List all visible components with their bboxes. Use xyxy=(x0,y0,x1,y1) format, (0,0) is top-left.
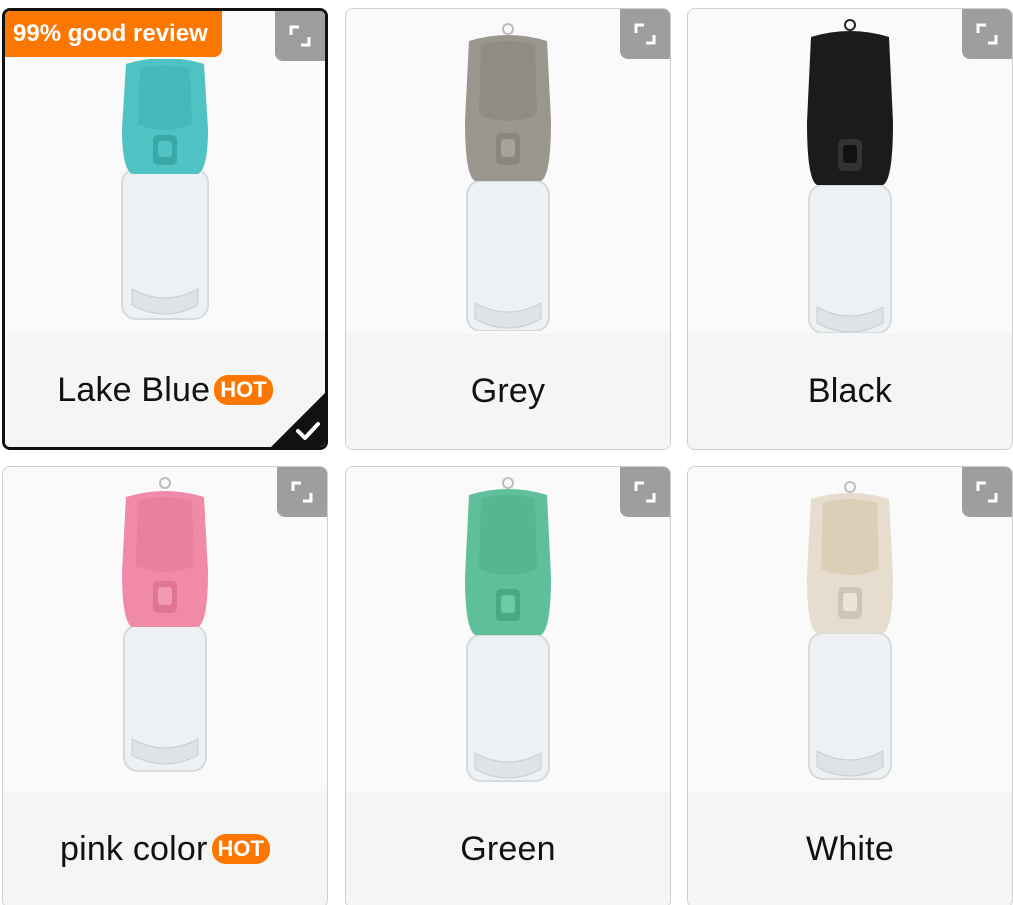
color-option-grid: 99% good review Lake Blue HOT Grey Black… xyxy=(0,0,1013,905)
product-image xyxy=(346,467,670,792)
review-badge: 99% good review xyxy=(5,11,222,57)
selected-check-corner xyxy=(271,393,325,447)
expand-button[interactable] xyxy=(620,467,670,517)
bottle-image-white xyxy=(807,481,893,780)
expand-icon xyxy=(634,481,656,503)
option-label: Grey xyxy=(470,371,546,410)
expand-button[interactable] xyxy=(275,11,325,61)
expand-icon xyxy=(634,23,656,45)
expand-icon xyxy=(291,481,313,503)
product-image xyxy=(688,467,1012,792)
option-card-green[interactable]: Green xyxy=(345,466,671,905)
product-image xyxy=(3,467,327,792)
bottle-image-pink xyxy=(122,477,208,772)
expand-button[interactable] xyxy=(620,9,670,59)
option-label-area: Black xyxy=(688,333,1012,449)
bottle-image-lake-blue xyxy=(121,59,209,320)
bottle-image-green xyxy=(465,477,551,782)
option-label-area: Green xyxy=(346,791,670,905)
option-label-area: pink color HOT xyxy=(3,791,327,905)
expand-button[interactable] xyxy=(277,467,327,517)
expand-button[interactable] xyxy=(962,467,1012,517)
option-label: Black xyxy=(807,371,893,410)
option-label: Green xyxy=(460,829,556,868)
bottle-image-black xyxy=(807,19,893,334)
expand-icon xyxy=(976,23,998,45)
option-label-area: Grey xyxy=(346,333,670,449)
expand-icon xyxy=(976,481,998,503)
product-image xyxy=(5,11,325,336)
product-image xyxy=(346,9,670,334)
option-label: White xyxy=(806,829,894,868)
option-card-black[interactable]: Black xyxy=(687,8,1013,450)
option-card-pink[interactable]: pink color HOT xyxy=(2,466,328,905)
product-image xyxy=(688,9,1012,334)
option-card-grey[interactable]: Grey xyxy=(345,8,671,450)
option-card-lake-blue[interactable]: 99% good review Lake Blue HOT xyxy=(2,8,328,450)
option-label-area: White xyxy=(688,791,1012,905)
hot-badge: HOT xyxy=(214,375,273,405)
option-label: pink color xyxy=(60,829,208,868)
option-card-white[interactable]: White xyxy=(687,466,1013,905)
option-label: Lake Blue xyxy=(57,370,211,409)
expand-icon xyxy=(289,25,311,47)
hot-badge: HOT xyxy=(211,834,270,864)
expand-button[interactable] xyxy=(962,9,1012,59)
bottle-image-grey xyxy=(465,23,551,331)
